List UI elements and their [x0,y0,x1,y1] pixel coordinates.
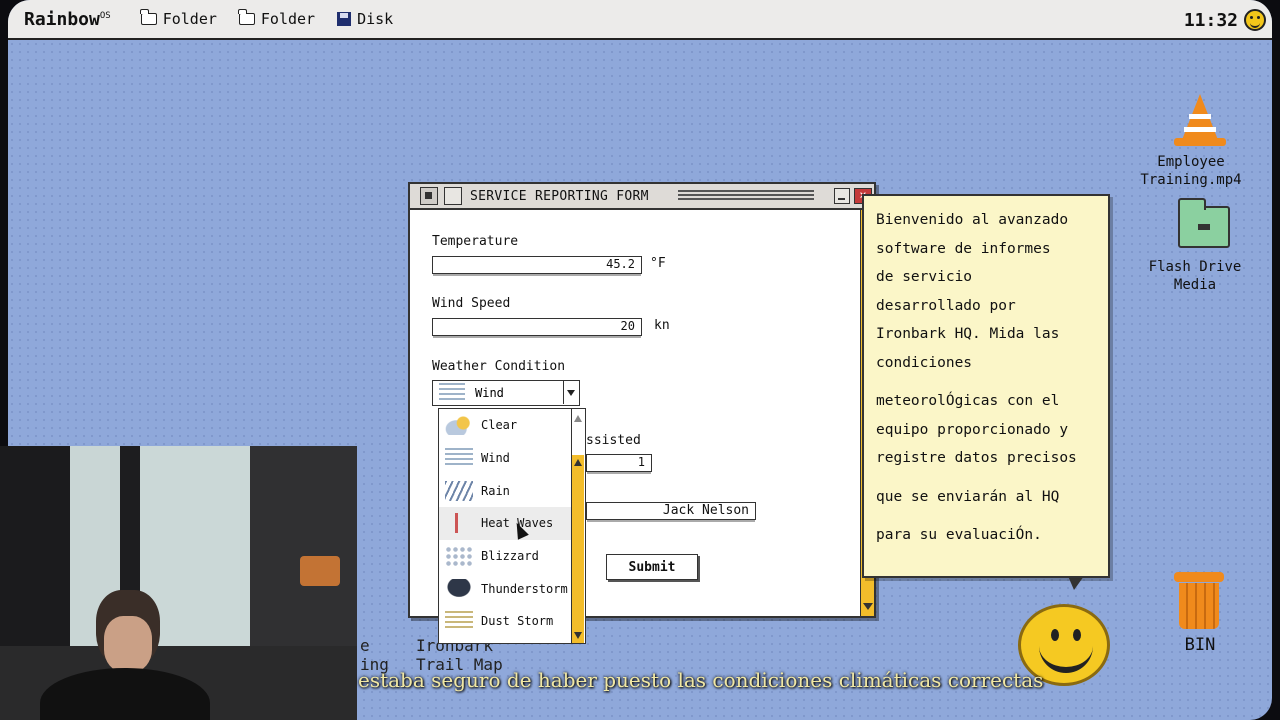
smiley-icon[interactable] [1244,9,1266,31]
temperature-input[interactable]: 45.2 [432,256,642,276]
employee-training-label[interactable]: Employee Training.mp4 [1138,153,1244,189]
menu-disk-label: Disk [357,10,394,28]
option-label: Thunderstorm [481,581,568,596]
name-input[interactable]: Jack Nelson [586,502,756,522]
assistant-speech-bubble: Bienvenido al avanzado software de infor… [862,194,1110,590]
weather-selected-value: Wind [475,386,504,400]
bubble-line: meteorolÓgicas con el [876,393,1060,409]
wind-speed-label: Wind Speed [432,296,511,311]
dropdown-scrollbar[interactable] [571,409,585,643]
webcam-overlay [0,446,357,720]
os-logo-sup: OS [99,10,111,21]
option-label: Blizzard [481,549,539,564]
wind-speed-input[interactable]: 20 [432,318,642,338]
submit-button[interactable]: Submit [606,554,698,580]
wind-speed-unit: kn [654,318,670,333]
os-logo-text: Rainbow [24,8,100,30]
employee-training-line1: Employee [1157,154,1225,170]
bubble-line: de servicio [876,269,973,285]
menu-folder-1-label: Folder [162,10,217,28]
dust-storm-icon [445,611,473,632]
bubble-line: Bienvenido al avanzado [876,212,1069,228]
bubble-line: equipo proporcionado y [876,421,1069,438]
menu-folder-2[interactable]: Folder [238,9,316,28]
partial-desktop-line1: e [360,636,370,655]
vlc-cone-icon[interactable] [1172,94,1228,150]
os-logo[interactable]: RainbowOS [24,9,111,30]
dropdown-option-clear[interactable]: Clear [439,409,585,442]
titlebar-grip [678,190,814,202]
heat-waves-icon [445,513,473,534]
window-titlebar[interactable]: SERVICE REPORTING FORM × [410,184,874,210]
wind-icon [445,448,473,469]
bubble-line: para su evaluaciÓn. [876,527,1042,543]
window-menu-button[interactable] [420,187,438,205]
video-subtitle: estaba seguro de haber puesto las condic… [358,668,1044,692]
rain-icon [445,480,473,501]
dropdown-option-rain[interactable]: Rain [439,474,585,507]
wind-icon [439,383,465,403]
scroll-down-arrow-icon[interactable] [574,632,582,639]
dropdown-option-thunderstorm[interactable]: Thunderstorm [439,572,585,605]
bubble-tail [1068,576,1084,590]
bubble-line: registre datos precisos [876,450,1077,466]
menu-bar: RainbowOS Folder Folder Disk 11:32 [8,0,1272,40]
option-label: Rain [481,483,510,498]
thunderstorm-icon [445,578,473,599]
dropdown-option-heat-waves[interactable]: Heat Waves [439,507,585,540]
dropdown-option-wind[interactable]: Wind [439,442,585,475]
window-title: SERVICE REPORTING FORM [470,188,649,204]
menu-folder-2-label: Folder [260,10,316,28]
bubble-line: software de informes [876,240,1051,257]
flash-drive-folder-icon[interactable] [1178,198,1230,248]
scroll-down-arrow-icon[interactable] [863,603,873,610]
chevron-down-icon[interactable] [563,381,579,404]
option-label: Clear [481,418,518,433]
disk-icon [337,12,352,26]
minimize-button[interactable] [834,188,850,204]
weather-condition-label: Weather Condition [432,359,566,374]
menu-folder-1[interactable]: Folder [140,9,217,28]
window-zoom-button[interactable] [444,187,462,205]
webcam-lamp [300,556,340,586]
bin-label[interactable]: BIN [1168,636,1232,654]
assisted-label: ssisted [586,433,641,448]
employee-training-line2: Training.mp4 [1140,172,1242,188]
bubble-line: que se enviarán al HQ [876,488,1060,505]
webcam-person-face [104,616,152,672]
option-label: Dust Storm [481,614,554,629]
scroll-up-arrow-icon[interactable] [574,459,582,466]
dropdown-option-dust-storm[interactable]: Dust Storm [439,605,585,638]
bubble-line: desarrollado por [876,297,1016,314]
option-label: Wind [481,451,510,466]
scroll-track[interactable] [572,455,584,643]
menu-disk[interactable]: Disk [337,10,393,28]
clear-weather-icon [445,415,473,436]
temperature-label: Temperature [432,234,519,249]
bubble-line: Ironbark HQ. Mida las [876,326,1060,342]
bubble-line: condiciones [876,354,973,371]
blizzard-icon [445,546,473,567]
scroll-up-arrow-icon[interactable] [574,415,582,422]
folder-icon [238,9,255,25]
flash-drive-line2: Media [1173,277,1217,293]
dropdown-option-blizzard[interactable]: Blizzard [439,540,585,573]
weather-condition-select[interactable]: Wind [432,380,580,406]
folder-icon [140,9,157,25]
flash-drive-label[interactable]: Flash Drive Media [1138,258,1252,294]
temperature-unit: °F [650,256,666,271]
assisted-input[interactable]: 1 [586,454,652,474]
trash-bin-icon[interactable] [1174,572,1224,630]
clock: 11:32 [1183,10,1238,31]
flash-drive-line1: Flash Drive [1148,259,1242,275]
